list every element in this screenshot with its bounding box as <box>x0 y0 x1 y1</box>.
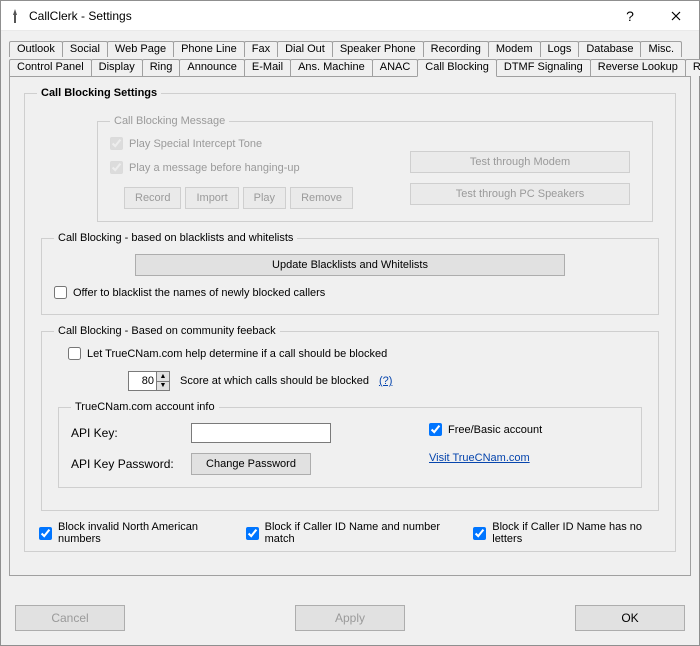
label-invalid-na: Block invalid North American numbers <box>58 521 230 545</box>
group-account-info: TrueCNam.com account info API Key: API K… <box>58 401 642 488</box>
score-help-link[interactable]: (?) <box>379 375 392 387</box>
score-input[interactable] <box>128 371 156 391</box>
apply-button: Apply <box>295 605 405 631</box>
tab-control-panel[interactable]: Control Panel <box>9 59 92 76</box>
score-spinner[interactable]: ▲ ▼ <box>128 371 170 391</box>
label-api-key: API Key: <box>71 426 181 440</box>
score-label: Score at which calls should be blocked <box>180 375 369 387</box>
tab-misc[interactable]: Misc. <box>640 41 682 57</box>
titlebar: CallClerk - Settings ? <box>1 1 699 31</box>
update-lists-button[interactable]: Update Blacklists and Whitelists <box>135 254 565 276</box>
dialog-button-bar: Cancel Apply OK <box>1 595 699 645</box>
ok-button[interactable]: OK <box>575 605 685 631</box>
help-button[interactable]: ? <box>607 1 653 31</box>
score-up[interactable]: ▲ <box>156 371 170 381</box>
checkbox-no-letters-input[interactable] <box>473 527 486 540</box>
tab-e-mail[interactable]: E-Mail <box>244 59 291 76</box>
label-api-pass: API Key Password: <box>71 457 181 471</box>
legend-settings: Call Blocking Settings <box>37 87 161 99</box>
tab-logs[interactable]: Logs <box>540 41 580 57</box>
change-password-button[interactable]: Change Password <box>191 453 311 475</box>
tab-phone-line[interactable]: Phone Line <box>173 41 245 57</box>
label-play-message: Play a message before hanging-up <box>129 162 300 174</box>
settings-window: CallClerk - Settings ? OutlookSocialWeb … <box>0 0 700 646</box>
tabs-row-1: OutlookSocialWeb PagePhone LineFaxDial O… <box>9 41 691 57</box>
test-modem-button: Test through Modem <box>410 151 630 173</box>
checkbox-truecnam-input[interactable] <box>68 347 81 360</box>
legend-blocking-message: Call Blocking Message <box>110 115 229 127</box>
checkbox-truecnam[interactable]: Let TrueCNam.com help determine if a cal… <box>68 347 387 360</box>
tab-dial-out[interactable]: Dial Out <box>277 41 333 57</box>
record-button: Record <box>124 187 181 209</box>
checkbox-play-tone-input <box>110 137 123 150</box>
checkbox-offer-blacklist[interactable]: Offer to blacklist the names of newly bl… <box>54 286 325 299</box>
api-key-input[interactable] <box>191 423 331 443</box>
tabs-row-2: Control PanelDisplayRingAnnounceE-MailAn… <box>9 59 691 76</box>
label-free-basic: Free/Basic account <box>448 424 542 436</box>
checkbox-free-basic[interactable]: Free/Basic account <box>429 423 629 436</box>
label-no-letters: Block if Caller ID Name has no letters <box>492 521 661 545</box>
group-call-blocking-settings: Call Blocking Settings Call Blocking Mes… <box>24 87 676 552</box>
close-icon <box>671 11 681 21</box>
label-offer-blacklist: Offer to blacklist the names of newly bl… <box>73 287 325 299</box>
tab-run-program[interactable]: Run Program <box>685 59 700 76</box>
tab-database[interactable]: Database <box>578 41 641 57</box>
checkbox-invalid-na[interactable]: Block invalid North American numbers <box>39 521 230 545</box>
tab-outlook[interactable]: Outlook <box>9 41 63 57</box>
score-down[interactable]: ▼ <box>156 381 170 392</box>
group-lists: Call Blocking - based on blacklists and … <box>41 232 659 315</box>
checkbox-no-letters[interactable]: Block if Caller ID Name has no letters <box>473 521 661 545</box>
close-button[interactable] <box>653 1 699 31</box>
legend-community: Call Blocking - Based on community feeba… <box>54 325 280 337</box>
window-title: CallClerk - Settings <box>29 9 607 23</box>
test-speakers-button: Test through PC Speakers <box>410 183 630 205</box>
checkbox-play-message: Play a message before hanging-up <box>110 161 300 174</box>
tab-display[interactable]: Display <box>91 59 143 76</box>
tab-recording[interactable]: Recording <box>423 41 489 57</box>
tab-modem[interactable]: Modem <box>488 41 541 57</box>
tab-ring[interactable]: Ring <box>142 59 181 76</box>
app-icon <box>7 8 23 24</box>
label-truecnam: Let TrueCNam.com help determine if a cal… <box>87 348 387 360</box>
tab-social[interactable]: Social <box>62 41 108 57</box>
group-blocking-message: Call Blocking Message Play Special Inter… <box>97 115 653 222</box>
tab-ans-machine[interactable]: Ans. Machine <box>290 59 373 76</box>
tab-anac[interactable]: ANAC <box>372 59 419 76</box>
visit-truecnam-link[interactable]: Visit TrueCNam.com <box>429 452 530 464</box>
legend-account-info: TrueCNam.com account info <box>71 401 219 413</box>
checkbox-play-tone: Play Special Intercept Tone <box>110 137 262 150</box>
label-play-tone: Play Special Intercept Tone <box>129 138 262 150</box>
checkbox-free-basic-input[interactable] <box>429 423 442 436</box>
checkbox-offer-blacklist-input[interactable] <box>54 286 67 299</box>
checkbox-name-number-match-input[interactable] <box>246 527 259 540</box>
tab-dtmf-signaling[interactable]: DTMF Signaling <box>496 59 591 76</box>
cancel-button: Cancel <box>15 605 125 631</box>
remove-button: Remove <box>290 187 353 209</box>
tab-fax[interactable]: Fax <box>244 41 278 57</box>
import-button: Import <box>185 187 238 209</box>
checkbox-play-message-input <box>110 161 123 174</box>
legend-lists: Call Blocking - based on blacklists and … <box>54 232 297 244</box>
tab-reverse-lookup[interactable]: Reverse Lookup <box>590 59 686 76</box>
label-name-number-match: Block if Caller ID Name and number match <box>265 521 458 545</box>
tab-speaker-phone[interactable]: Speaker Phone <box>332 41 424 57</box>
tab-announce[interactable]: Announce <box>179 59 245 76</box>
play-button: Play <box>243 187 286 209</box>
client-area: OutlookSocialWeb PagePhone LineFaxDial O… <box>1 31 699 645</box>
checkbox-invalid-na-input[interactable] <box>39 527 52 540</box>
checkbox-name-number-match[interactable]: Block if Caller ID Name and number match <box>246 521 458 545</box>
group-community: Call Blocking - Based on community feeba… <box>41 325 659 511</box>
tab-call-blocking[interactable]: Call Blocking <box>417 59 497 77</box>
tab-panel: Call Blocking Settings Call Blocking Mes… <box>9 76 691 576</box>
tab-web-page[interactable]: Web Page <box>107 41 174 57</box>
